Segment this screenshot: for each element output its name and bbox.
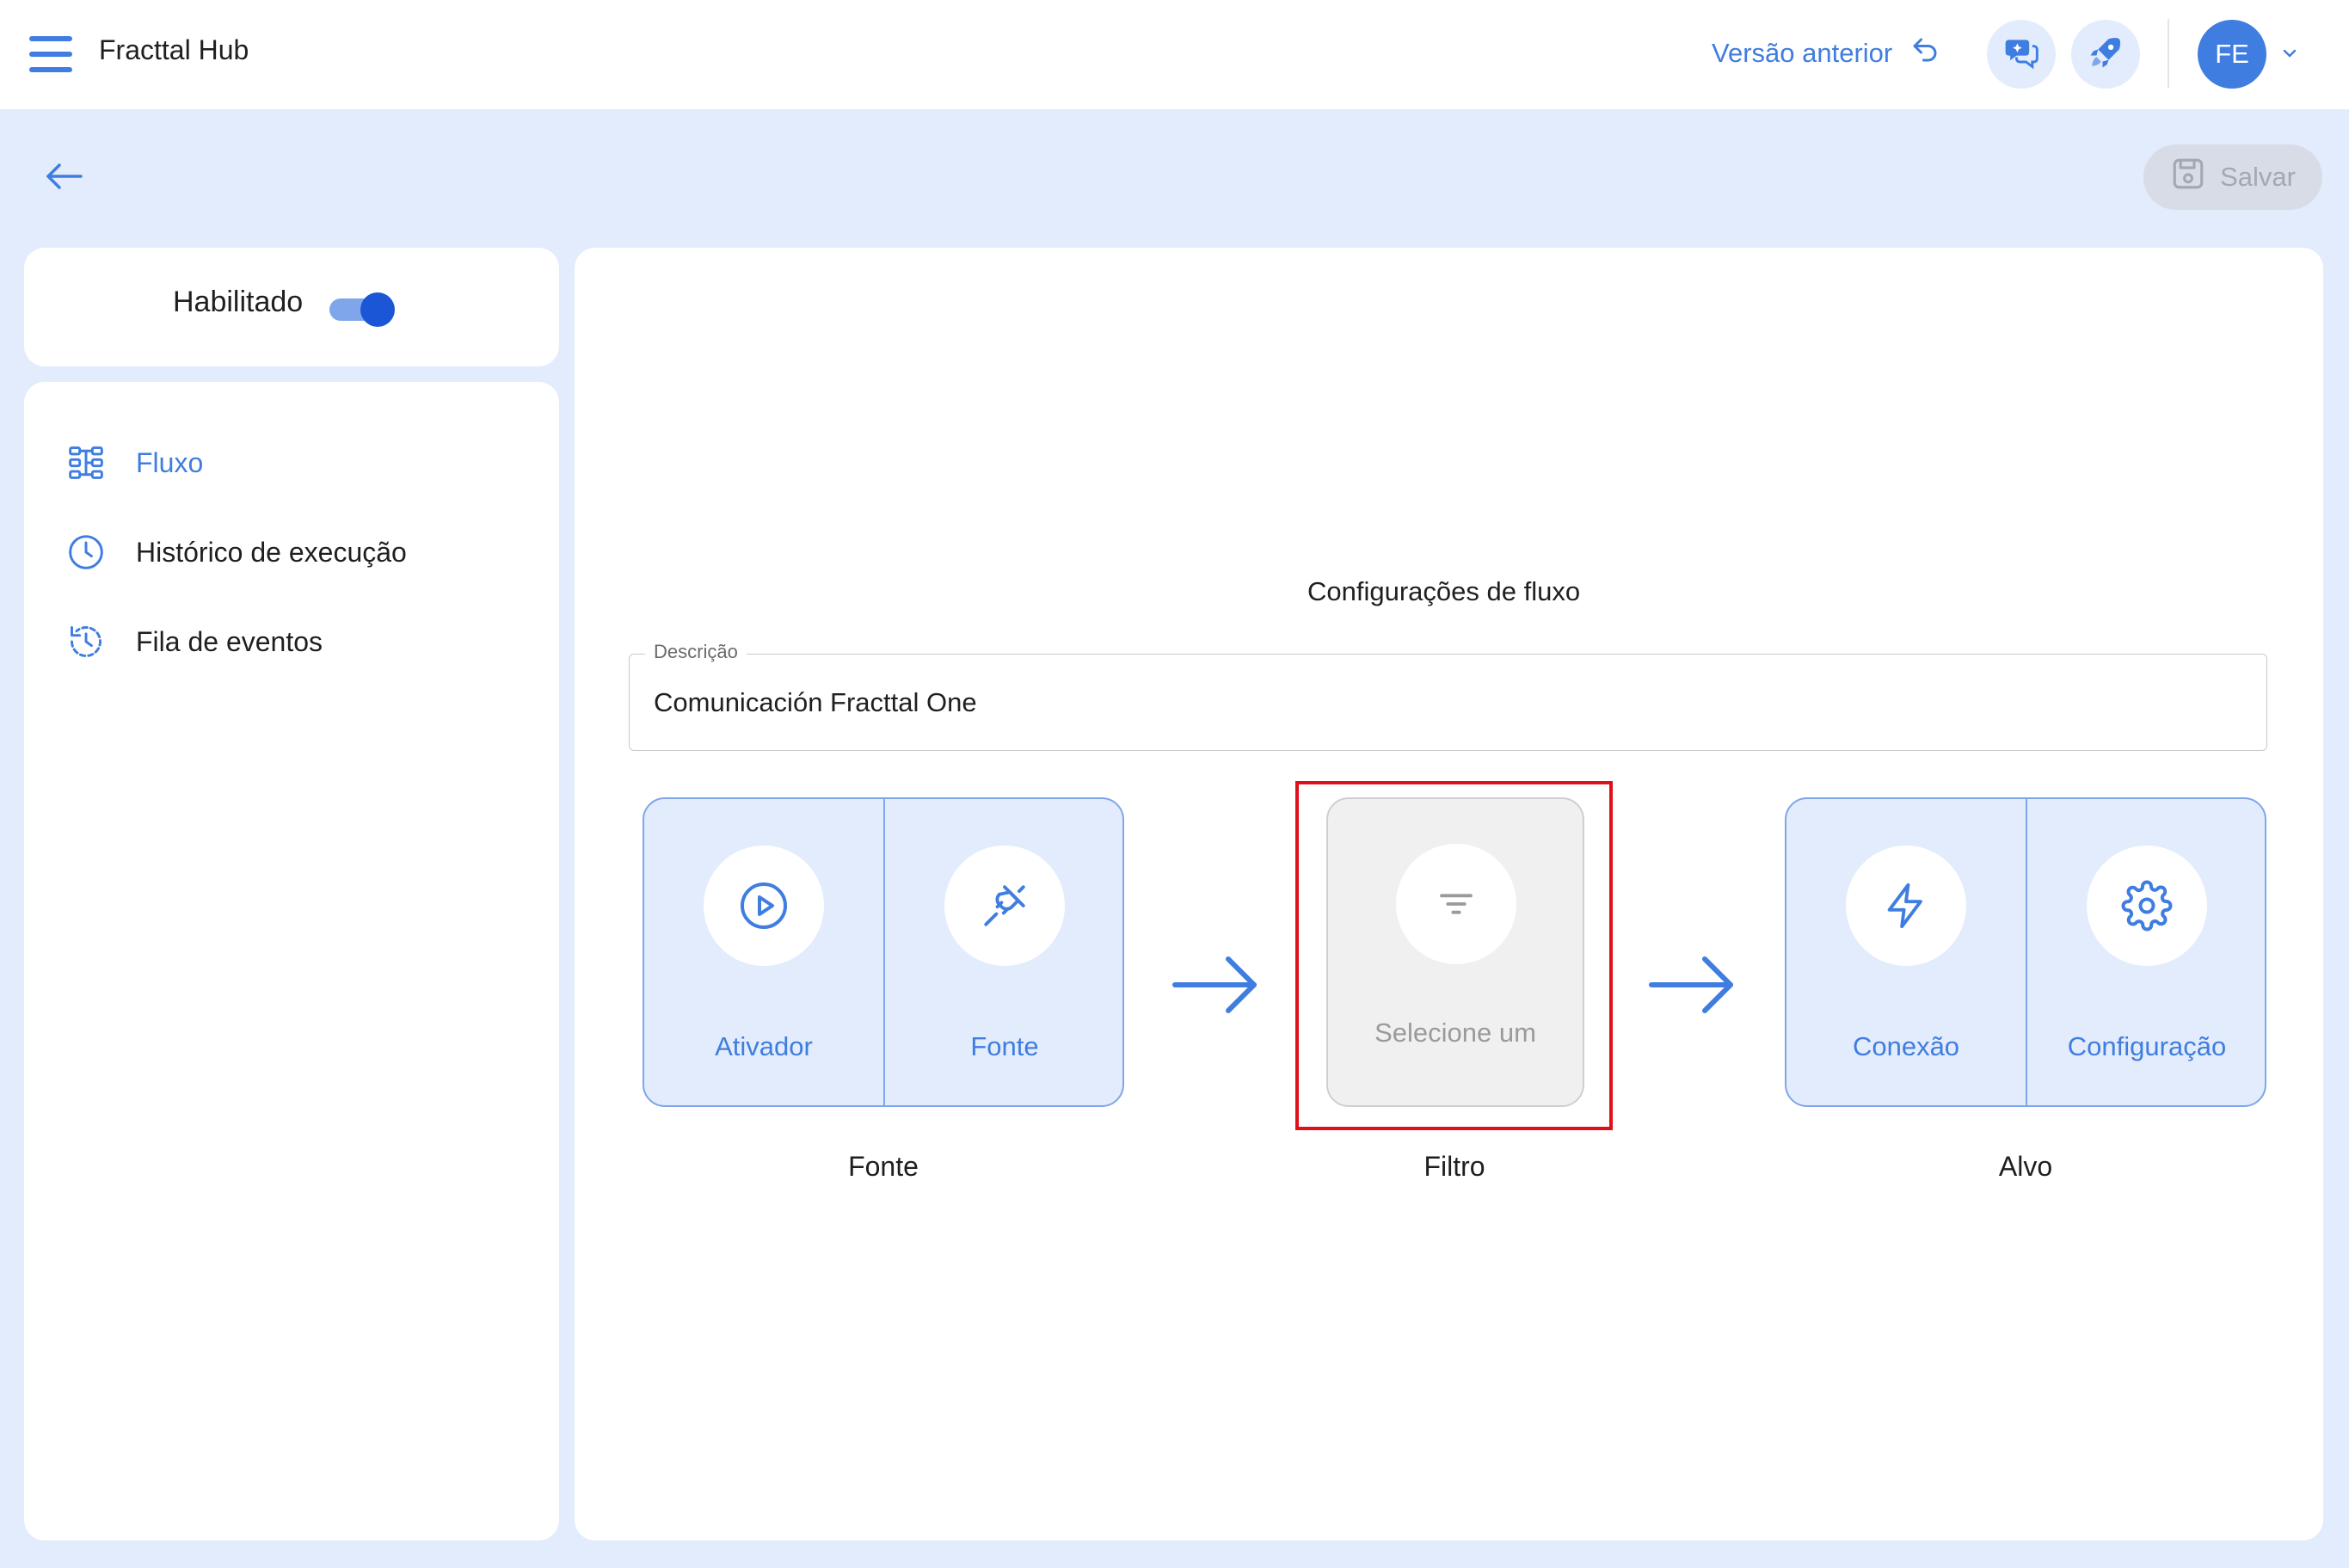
previous-version-label: Versão anterior <box>1712 38 1893 68</box>
save-label: Salvar <box>2220 162 2296 192</box>
source-node[interactable]: Fonte <box>885 799 1124 1105</box>
header-divider <box>2168 19 2169 88</box>
highlight-box <box>1295 781 1613 1130</box>
save-icon <box>2170 156 2206 199</box>
section-title: Configurações de fluxo <box>1307 576 1581 606</box>
save-button[interactable]: Salvar <box>2143 145 2322 210</box>
sidebar-nav: Fluxo Histórico de execução Fila de even… <box>24 382 559 1540</box>
bolt-icon <box>1846 845 1966 966</box>
enabled-toggle[interactable] <box>329 289 397 329</box>
trigger-label: Ativador <box>715 1031 813 1061</box>
sidebar-item-label: Fluxo <box>136 446 204 478</box>
chat-ai-icon <box>2002 34 2040 76</box>
clock-icon <box>65 532 107 573</box>
play-icon <box>704 845 824 966</box>
arrow-right-icon <box>1170 950 1264 1019</box>
sidebar-item-label: Fila de eventos <box>136 625 323 657</box>
connection-node[interactable]: Conexão <box>1786 799 2026 1105</box>
source-label: Fonte <box>970 1031 1039 1061</box>
enabled-card: Habilitado <box>24 248 559 366</box>
quick-start-button[interactable] <box>2071 20 2140 89</box>
user-avatar[interactable]: FE <box>2198 20 2266 89</box>
configuration-label: Configuração <box>2067 1031 2227 1061</box>
back-arrow-icon[interactable] <box>43 159 86 194</box>
rocket-icon <box>2088 34 2124 75</box>
target-group: Conexão Configuração <box>1785 797 2266 1107</box>
chevron-down-icon[interactable] <box>2279 43 2300 64</box>
app-title: Fracttal Hub <box>99 34 249 65</box>
source-group: Ativador Fonte <box>643 797 1124 1107</box>
connection-label: Conexão <box>1852 1031 1960 1061</box>
ai-chat-button[interactable] <box>1987 20 2056 89</box>
menu-icon[interactable] <box>29 36 72 72</box>
filter-caption: Filtro <box>1424 1151 1485 1182</box>
enabled-label: Habilitado <box>173 286 304 318</box>
description-legend: Descrição <box>645 641 747 663</box>
gear-icon <box>2087 845 2207 966</box>
arrow-right-icon <box>1646 950 1741 1019</box>
top-app-bar: Fracttal Hub Versão anterior FE <box>0 0 2349 109</box>
target-caption: Alvo <box>1998 1151 2053 1182</box>
sidebar-item-label: Histórico de execução <box>136 536 407 568</box>
sidebar-item-flow[interactable]: Fluxo <box>65 435 203 490</box>
previous-version-button[interactable]: Versão anterior <box>1712 33 1940 74</box>
history-icon <box>65 621 107 662</box>
flow-icon <box>65 442 107 483</box>
undo-icon <box>1909 34 1940 72</box>
source-caption: Fonte <box>848 1151 919 1182</box>
description-field[interactable]: Comunicación Fracttal One <box>629 654 2267 751</box>
trigger-node[interactable]: Ativador <box>644 799 883 1105</box>
description-value: Comunicación Fracttal One <box>654 687 977 717</box>
sidebar-item-execution-history[interactable]: Histórico de execução <box>65 525 407 580</box>
plug-icon <box>944 845 1065 966</box>
sidebar-item-event-queue[interactable]: Fila de eventos <box>65 614 323 669</box>
configuration-node[interactable]: Configuração <box>2027 799 2266 1105</box>
